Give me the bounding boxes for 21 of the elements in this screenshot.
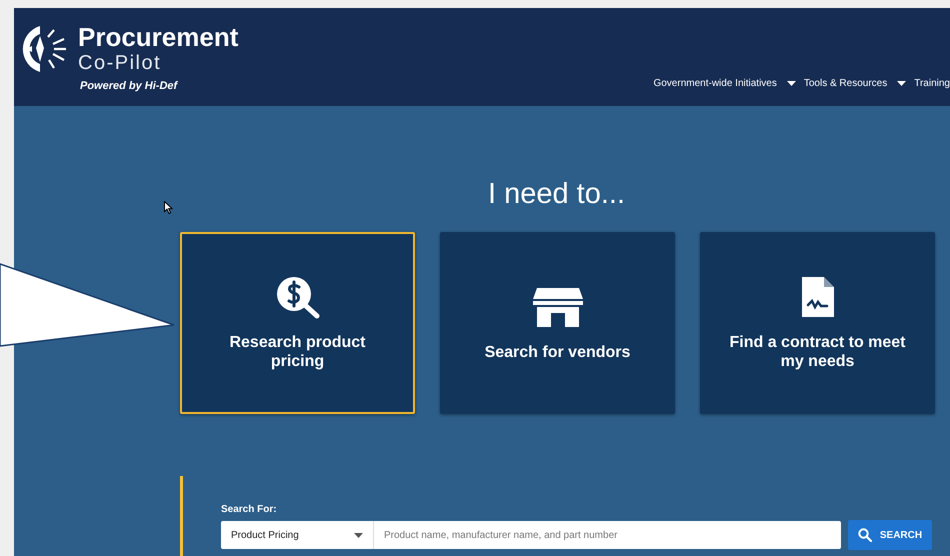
caret-icon [897,81,906,86]
site-subtitle: Co-Pilot [78,52,162,74]
search-field[interactable]: Product name, manufacturer name, and part number [374,521,841,549]
search-type-select[interactable]: Product Pricing [221,521,374,549]
search-icon [858,528,872,542]
site-title: Procurement [78,22,238,52]
mouse-cursor-icon [164,201,173,214]
caret-icon [354,532,363,538]
caret-icon [786,81,796,86]
page-heading: I need to... [488,177,626,212]
option-card[interactable]: Research product pricing [180,232,415,414]
search-for-label: Search For: [221,503,278,517]
price-search-icon [274,275,320,319]
option-card[interactable]: Search for vendors [440,232,675,414]
nav-menu-item[interactable]: Tools & Resources [804,76,906,91]
document-icon [800,275,836,319]
powered-by-text: Powered by Hi-Def [80,79,179,94]
search-button[interactable]: SEARCH [848,520,932,550]
nav-menu-item[interactable]: Government-wide Initiatives [653,76,796,91]
option-card[interactable]: Find a contract to meet my needs [700,232,935,414]
nav-menu-item[interactable]: Training [914,76,950,91]
